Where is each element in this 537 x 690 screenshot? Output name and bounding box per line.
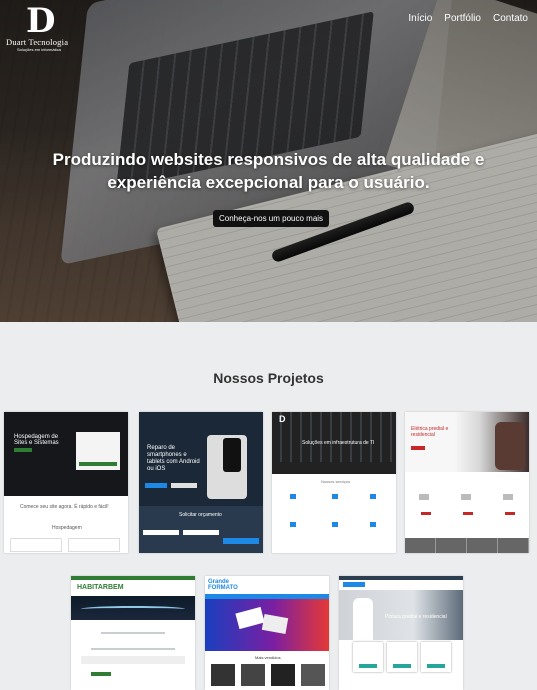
project-thumbnail[interactable]: Grande FORMATO Mais vendidos (205, 576, 329, 690)
thumbnail-card (10, 538, 62, 552)
thumbnail-button (393, 664, 411, 668)
thumbnail-text-line (91, 648, 175, 650)
service-icon (503, 494, 513, 500)
main-nav: Início Portfólio Contato (408, 13, 528, 24)
project-thumbnail[interactable]: HABITARBEM (71, 576, 195, 690)
thumbnail-header (272, 462, 396, 474)
thumbnail-button (91, 672, 111, 676)
bridge-arch-image (81, 606, 185, 612)
thumbnail-button (14, 448, 32, 452)
product-image (301, 664, 325, 686)
project-thumbnail[interactable]: Hospedagem de Sites e Sistemas Comece se… (4, 412, 128, 553)
project-caption: Nossos serviços (321, 479, 351, 484)
hero-title: Produzindo websites responsivos de alta … (52, 150, 485, 192)
thumbnail-search-bar (81, 656, 185, 664)
painter-figure-image (353, 598, 373, 640)
thumbnail-button (145, 483, 167, 488)
phone-screen-image (223, 438, 241, 472)
thumbnail-button (427, 664, 445, 668)
service-icon (370, 494, 376, 499)
thumbnail-button (223, 538, 259, 544)
project-subheading: Hospedagem (52, 525, 82, 531)
project-caption: Mais vendidos (255, 655, 281, 660)
project-heading: Soluções em infraestrutura de TI (302, 440, 375, 446)
thumbnail-top-bar (71, 576, 195, 580)
service-icon (461, 494, 471, 500)
thumbnail-logo (343, 582, 365, 587)
brand-name: Duart Tecnologia (6, 37, 69, 47)
product-image (271, 664, 295, 686)
gallery-strip-image (405, 538, 529, 553)
project-caption: Solicitar orçamento (179, 512, 222, 518)
project-thumbnail[interactable]: Elétrica predial e residencial (405, 412, 529, 553)
product-image (241, 664, 265, 686)
project-caption: Comece seu site agora. É rápido e fácil! (20, 504, 109, 510)
thumbnail-card (68, 538, 120, 552)
electrician-figure-image (495, 422, 525, 470)
project-heading: Pintura predial e residencial (385, 614, 447, 620)
projects-title: Nossos Projetos (213, 370, 324, 386)
thumbnail-input (143, 530, 179, 535)
thumbnail-button (171, 483, 197, 488)
thumbnail-input (183, 530, 219, 535)
thumbnail-form-button (79, 462, 117, 466)
service-icon (290, 494, 296, 499)
service-icon (370, 522, 376, 527)
project-heading: Elétrica predial e residencial (411, 426, 449, 438)
service-icon (290, 522, 296, 527)
thumbnail-button (359, 664, 377, 668)
thumbnail-text-line (101, 632, 165, 634)
nav-link-inicio[interactable]: Início (408, 13, 432, 24)
service-icon (332, 494, 338, 499)
server-room-image (272, 412, 396, 462)
logo-mark: D (279, 414, 286, 424)
logo-mark: D (26, 1, 56, 41)
nav-link-portfolio[interactable]: Portfólio (444, 13, 481, 24)
project-thumbnail[interactable]: Reparo de smartphones e tablets com Andr… (139, 412, 263, 553)
project-heading: Reparo de smartphones e tablets com Andr… (147, 445, 200, 472)
thumbnail-button (463, 512, 473, 515)
project-thumbnail[interactable]: Pintura predial e residencial (339, 576, 463, 690)
hero-banner: D Duart Tecnologia Soluções em informáti… (0, 0, 537, 322)
project-heading: Grande FORMATO (208, 579, 238, 591)
product-image (211, 664, 235, 686)
project-heading: HABITARBEM (77, 584, 124, 591)
brand-logo[interactable]: D Duart Tecnologia Soluções em informáti… (6, 1, 81, 52)
learn-more-button[interactable]: Conheça-nos um pouco mais (213, 210, 330, 227)
service-icon (332, 522, 338, 527)
project-heading: Hospedagem de Sites e Sistemas (14, 434, 59, 446)
thumbnail-button (421, 512, 431, 515)
brand-tagline: Soluções em informática (17, 47, 61, 52)
project-thumbnail[interactable]: D Soluções em infraestrutura de TI Nosso… (272, 412, 396, 553)
thumbnail-button (411, 446, 425, 450)
nav-link-contato[interactable]: Contato (493, 13, 528, 24)
thumbnail-button (505, 512, 515, 515)
service-icon (419, 494, 429, 500)
